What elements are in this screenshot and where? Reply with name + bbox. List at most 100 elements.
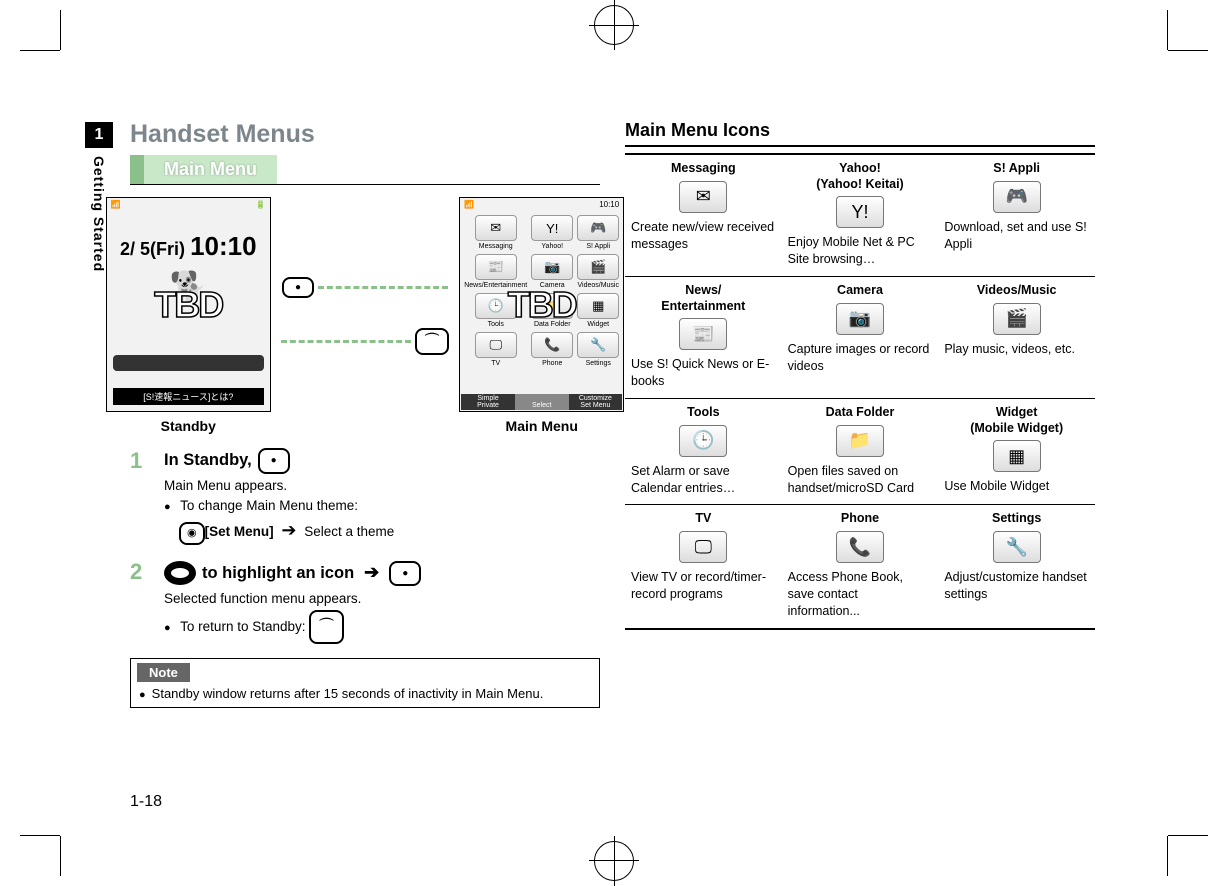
icon-name: TV bbox=[631, 511, 776, 527]
menu-icon: 📁 bbox=[836, 425, 884, 457]
main-menu-screenshot: 📶10:10 ✉MessagingY!Yahoo!🎮S! Appli📰News/… bbox=[459, 197, 624, 412]
menu-icon: 📰 bbox=[679, 318, 727, 350]
icon-description: Open files saved on handset/microSD Card bbox=[788, 463, 933, 497]
menu-icon: 🎮 bbox=[993, 181, 1041, 213]
transition-keys: ⏜ bbox=[281, 277, 449, 355]
icon-description: Download, set and use S! Appli bbox=[944, 219, 1089, 253]
icon-cell: Widget(Mobile Widget) ▦ Use Mobile Widget bbox=[938, 399, 1095, 505]
icon-name: Phone bbox=[788, 511, 933, 527]
end-key-icon: ⏜ bbox=[309, 610, 343, 643]
icon-cell: Yahoo!(Yahoo! Keitai) Y! Enjoy Mobile Net … bbox=[782, 154, 939, 277]
arrow-icon: ➔ bbox=[360, 559, 383, 587]
menu-icon: 🔧 bbox=[993, 531, 1041, 563]
menu-icon: 📷 bbox=[836, 303, 884, 335]
note-body: Standby window returns after 15 seconds … bbox=[131, 686, 599, 707]
signal-icon: 📶 bbox=[111, 200, 121, 209]
icon-cell: Videos/Music 🎬 Play music, videos, etc. bbox=[938, 277, 1095, 399]
dash-right bbox=[318, 286, 448, 289]
step2-bullet: To return to Standby: ⏜ bbox=[164, 610, 421, 643]
section-heading: Main Menu bbox=[130, 155, 277, 184]
page-number: 1-18 bbox=[130, 793, 162, 811]
step2-line1: Selected function menu appears. bbox=[164, 589, 421, 610]
icon-cell: Data Folder 📁 Open files saved on handset/… bbox=[782, 399, 939, 505]
icon-name: Settings bbox=[944, 511, 1089, 527]
icon-name: Yahoo!(Yahoo! Keitai) bbox=[788, 161, 933, 192]
standby-prompt: [S!速報ニュース]とは? bbox=[113, 388, 264, 405]
icon-description: Adjust/customize handset settings bbox=[944, 569, 1089, 603]
tbd-overlay: TBD bbox=[460, 284, 623, 326]
step-number: 2 bbox=[130, 559, 150, 643]
menu-cell: ✉Messaging bbox=[464, 215, 527, 250]
icon-description: View TV or record/timer-record programs bbox=[631, 569, 776, 603]
standby-caption: Standby bbox=[106, 418, 271, 434]
icon-name: Widget(Mobile Widget) bbox=[944, 405, 1089, 436]
icon-cell: TV 🖵 View TV or record/timer-record progra… bbox=[625, 505, 782, 629]
icon-cell: Messaging ✉ Create new/view received messa… bbox=[625, 154, 782, 277]
standby-banner bbox=[113, 355, 264, 371]
icon-name: News/Entertainment bbox=[631, 283, 776, 314]
standby-date: 2/ 5(Fri) bbox=[120, 239, 185, 259]
menu-icon: 🖵 bbox=[679, 531, 727, 563]
section-heading-icons: Main Menu Icons bbox=[625, 120, 1095, 147]
menu-icon: 🎬 bbox=[993, 303, 1041, 335]
phone-screenshots: 📶🔋 2/ 5(Fri) 10:10 🐕 TBD [S!速報ニュース]とは? S… bbox=[130, 197, 600, 434]
menu-cell: 📞Phone bbox=[531, 332, 573, 367]
dash-left bbox=[281, 340, 411, 343]
note-label: Note bbox=[137, 663, 190, 682]
menu-cell: Y!Yahoo! bbox=[531, 215, 573, 250]
step-number: 1 bbox=[130, 448, 150, 545]
icon-description: Enjoy Mobile Net & PC Site browsing… bbox=[788, 234, 933, 268]
icon-description: Use Mobile Widget bbox=[944, 478, 1089, 495]
menu-icon: 📞 bbox=[836, 531, 884, 563]
icon-description: Access Phone Book, save contact informat… bbox=[788, 569, 933, 620]
main-menu-icons-table: Messaging ✉ Create new/view received messa… bbox=[625, 153, 1095, 630]
standby-time: 10:10 bbox=[190, 231, 257, 261]
icon-description: Play music, videos, etc. bbox=[944, 341, 1089, 358]
menu-icon: Y! bbox=[836, 196, 884, 228]
tbd-overlay: TBD bbox=[107, 284, 270, 326]
menu-cell: 🖵TV bbox=[464, 332, 527, 367]
step1-head: In Standby, bbox=[164, 448, 252, 474]
center-key-icon bbox=[389, 561, 421, 587]
arrow-icon: ➔ bbox=[277, 520, 300, 540]
icon-name: Videos/Music bbox=[944, 283, 1089, 299]
icon-cell: S! Appli🎮Download, set and use S! Appli bbox=[938, 154, 1095, 277]
step-1: 1 In Standby, Main Menu appears. To chan… bbox=[130, 448, 600, 545]
icon-cell: Settings 🔧 Adjust/customize handset settin… bbox=[938, 505, 1095, 629]
icon-name: Messaging bbox=[631, 161, 776, 177]
menu-time: 10:10 bbox=[599, 200, 619, 209]
end-key-icon: ⏜ bbox=[415, 328, 449, 355]
icon-description: Set Alarm or save Calendar entries… bbox=[631, 463, 776, 497]
menu-icon: 🕒 bbox=[679, 425, 727, 457]
softkeys: SimplePrivate Select CustomizeSet Menu bbox=[461, 394, 622, 410]
icon-cell: Tools 🕒 Set Alarm or save Calendar entries… bbox=[625, 399, 782, 505]
menu-cell: 🎮S! Appli bbox=[577, 215, 619, 250]
icon-description: Use S! Quick News or E-books bbox=[631, 356, 776, 390]
menu-icon: ▦ bbox=[993, 440, 1041, 472]
section-bar-main-menu: Main Menu bbox=[130, 155, 600, 185]
note-box: Note Standby window returns after 15 sec… bbox=[130, 658, 600, 708]
signal-icon: 📶 bbox=[464, 200, 474, 209]
center-key-icon bbox=[282, 277, 314, 298]
icon-cell: News/Entertainment 📰 Use S! Quick News or … bbox=[625, 277, 782, 399]
icon-cell: Camera 📷 Capture images or record videos bbox=[782, 277, 939, 399]
battery-icon: 🔋 bbox=[256, 200, 266, 209]
menu-caption: Main Menu bbox=[459, 418, 624, 434]
icon-name: Tools bbox=[631, 405, 776, 421]
page-title: Handset Menus bbox=[130, 120, 600, 149]
step2-head-mid: to highlight an icon bbox=[202, 561, 354, 587]
center-key-icon bbox=[258, 448, 290, 474]
standby-screenshot: 📶🔋 2/ 5(Fri) 10:10 🐕 TBD [S!速報ニュース]とは? bbox=[106, 197, 271, 412]
icon-description: Create new/view received messages bbox=[631, 219, 776, 253]
icon-description: Capture images or record videos bbox=[788, 341, 933, 375]
icon-cell: Phone 📞 Access Phone Book, save contact in… bbox=[782, 505, 939, 629]
menu-cell: 🔧Settings bbox=[577, 332, 619, 367]
step1-line1: Main Menu appears. bbox=[164, 476, 394, 497]
menu-icon: ✉ bbox=[679, 181, 727, 213]
step1-bullet: To change Main Menu theme: ◉[Set Menu] ➔… bbox=[164, 496, 394, 545]
icon-name: Data Folder bbox=[788, 405, 933, 421]
dpad-key-icon bbox=[164, 561, 196, 585]
camera-key-icon: ◉ bbox=[179, 522, 205, 545]
chapter-number: 1 bbox=[85, 122, 113, 148]
icon-name: Camera bbox=[788, 283, 933, 299]
